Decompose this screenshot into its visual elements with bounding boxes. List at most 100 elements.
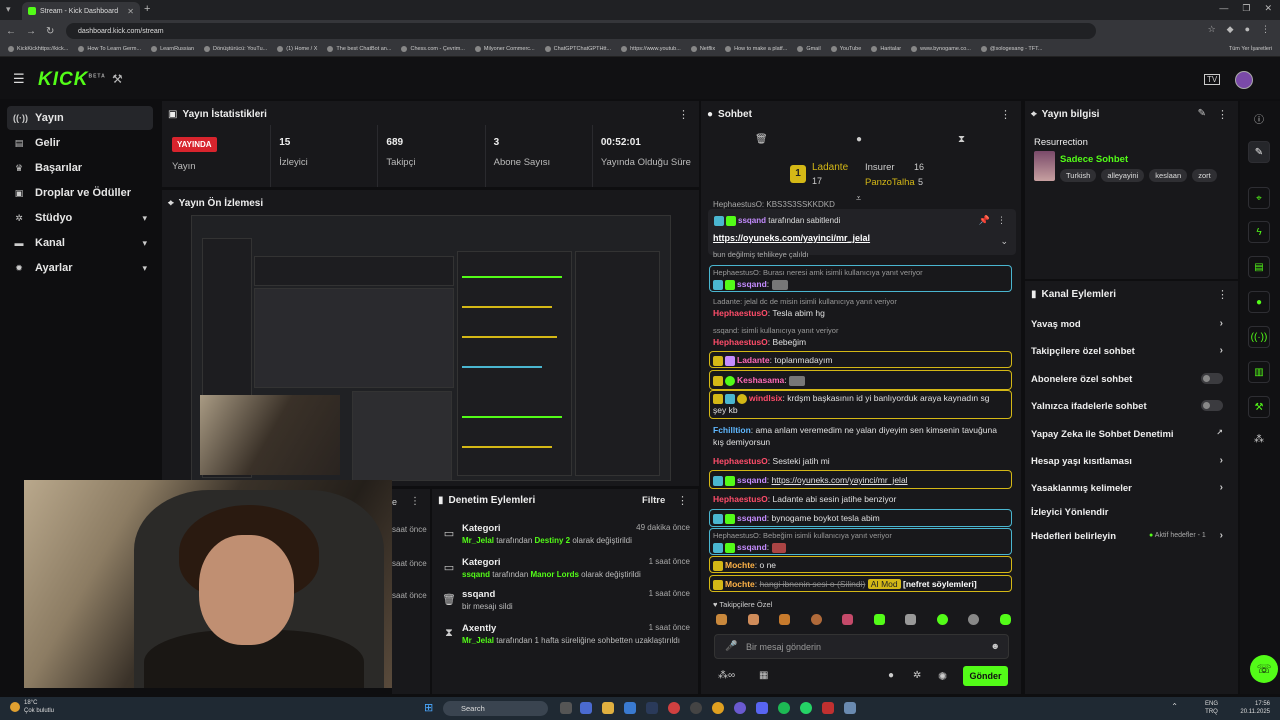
taskbar-search[interactable]: Search bbox=[443, 701, 548, 716]
action-goals[interactable]: Hedefleri belirleyin ● Aktif hedefler - 1… bbox=[1031, 530, 1231, 542]
hourglass-icon[interactable]: ⧗ bbox=[958, 134, 965, 145]
subscribers-only-toggle[interactable] bbox=[1201, 373, 1223, 384]
user-avatar[interactable] bbox=[1235, 71, 1253, 89]
profile-icon[interactable]: ● bbox=[1245, 24, 1250, 35]
bookmark-item[interactable]: Chess.com - Çevrim... bbox=[401, 46, 465, 52]
steam-icon[interactable] bbox=[646, 702, 658, 714]
sidebar-item-ayarlar[interactable]: ✹ Ayarlar ▾ bbox=[7, 256, 153, 280]
bookmark-item[interactable]: Haritalar bbox=[871, 46, 901, 52]
pin-icon[interactable]: 📌 bbox=[979, 215, 990, 226]
pinned-menu-icon[interactable]: ⋮ bbox=[997, 215, 1006, 226]
collapse-icon[interactable]: ⩡ bbox=[856, 193, 861, 204]
whatsapp-icon[interactable] bbox=[800, 702, 812, 714]
app-icon[interactable] bbox=[580, 702, 592, 714]
support-chat-icon[interactable]: ☏ bbox=[1250, 655, 1278, 683]
app-icon[interactable] bbox=[844, 702, 856, 714]
action-ai-moderation[interactable]: Yapay Zeka ile Sohbet Denetimi ↗ bbox=[1031, 428, 1231, 440]
sidebar-item-kanal[interactable]: ▬ Kanal ▾ bbox=[7, 231, 153, 255]
emote-icon[interactable] bbox=[842, 614, 854, 625]
app-icon[interactable] bbox=[624, 702, 636, 714]
sidebar-item-basarilar[interactable]: ♛ Başarılar bbox=[7, 156, 153, 180]
emote-icon[interactable] bbox=[936, 614, 948, 625]
bookmark-item[interactable]: www.bynogame.co... bbox=[911, 46, 971, 52]
mod-menu-icon[interactable]: ⋮ bbox=[677, 494, 688, 507]
weather-widget[interactable]: 18°C Çok bulutlu bbox=[24, 699, 54, 715]
emoji-icon[interactable]: ☻ bbox=[991, 641, 1000, 651]
action-followers-only[interactable]: Takipçilere özel sohbet › bbox=[1031, 345, 1231, 357]
taskbar-clock[interactable]: 17:56 20.11.2025 bbox=[1240, 700, 1270, 716]
chat-icon[interactable]: ● bbox=[1248, 291, 1270, 313]
wrench-icon[interactable]: ⚒ bbox=[112, 72, 123, 86]
app-icon[interactable] bbox=[822, 702, 834, 714]
all-bookmarks[interactable]: Tüm Yer İşaretleri bbox=[1229, 46, 1280, 52]
filter-button[interactable]: Filtre bbox=[642, 495, 665, 506]
trash-icon[interactable]: 🗑 bbox=[755, 134, 768, 145]
emote-icon[interactable] bbox=[779, 614, 791, 625]
shop-icon[interactable]: ▦ bbox=[759, 670, 768, 681]
spotify-icon[interactable] bbox=[778, 702, 790, 714]
edit-icon[interactable]: ✎ bbox=[1248, 141, 1270, 163]
wrench-icon[interactable]: ⚒ bbox=[1248, 396, 1270, 418]
bot-icon[interactable]: ✺ bbox=[938, 670, 947, 683]
hamburger-menu-icon[interactable]: ☰ bbox=[13, 71, 25, 87]
close-window-icon[interactable]: ✕ bbox=[1264, 3, 1272, 14]
list-icon[interactable]: ▥ bbox=[1248, 361, 1270, 383]
action-banned-words[interactable]: Yasaklanmış kelimeler › bbox=[1031, 482, 1231, 494]
bookmark-item[interactable]: ChatGPTChatGPTHtt... bbox=[544, 46, 611, 52]
action-raid[interactable]: İzleyici Yönlendir bbox=[1031, 507, 1231, 518]
taskview-icon[interactable] bbox=[560, 702, 572, 714]
document-icon[interactable]: ▤ bbox=[1248, 256, 1270, 278]
info-icon[interactable]: ⓘ bbox=[1254, 111, 1264, 126]
bookmark-item[interactable]: (1) Home / X bbox=[277, 46, 317, 52]
points-icon[interactable]: ⁂∞ bbox=[718, 670, 735, 681]
add-widget-icon[interactable]: ⁂ bbox=[1254, 434, 1264, 445]
chat-input[interactable]: 🎤 Bir mesaj gönderin ☻ bbox=[714, 634, 1009, 659]
emote-only-toggle[interactable] bbox=[1201, 400, 1223, 411]
language-indicator[interactable]: ENG TRQ bbox=[1205, 700, 1218, 716]
category-name[interactable]: Sadece Sohbet bbox=[1060, 154, 1128, 165]
edit-pencil-icon[interactable]: ✎ bbox=[1198, 108, 1206, 119]
sidebar-item-yayin[interactable]: ((·)) Yayın bbox=[7, 106, 153, 130]
minimize-icon[interactable]: — bbox=[1219, 3, 1228, 14]
new-tab-icon[interactable]: + bbox=[144, 3, 150, 15]
channel-actions-menu-icon[interactable]: ⋮ bbox=[1217, 288, 1228, 301]
tab-list-icon[interactable]: ▾ bbox=[6, 4, 11, 15]
star-icon[interactable]: ☆ bbox=[1208, 24, 1216, 35]
maximize-icon[interactable]: ❐ bbox=[1242, 3, 1250, 14]
sidebar-item-droplar[interactable]: ▣ Droplar ve Ödüller bbox=[7, 181, 153, 205]
emote-icon[interactable] bbox=[905, 614, 917, 625]
bookmark-item[interactable]: Netflix bbox=[690, 46, 715, 52]
action-account-age[interactable]: Hesap yaşı kısıtlaması › bbox=[1031, 455, 1231, 467]
kick-logo[interactable]: KICKBETA bbox=[38, 69, 106, 91]
app-icon[interactable] bbox=[690, 702, 702, 714]
emote-icon[interactable] bbox=[999, 614, 1011, 625]
emote-icon[interactable] bbox=[873, 614, 885, 625]
broadcast-icon[interactable]: ((·)) bbox=[1248, 326, 1270, 348]
app-icon[interactable] bbox=[734, 702, 746, 714]
chat-bubble-icon[interactable]: ● bbox=[888, 670, 894, 681]
stats-menu-icon[interactable]: ⋮ bbox=[678, 108, 689, 121]
extension-icon[interactable]: ◆ bbox=[1227, 24, 1234, 35]
microphone-icon[interactable]: 🎤 bbox=[725, 641, 737, 652]
bookmark-item[interactable]: KickKickhttps://kick... bbox=[8, 46, 68, 52]
pinned-link[interactable]: https://oyuneks.com/yayinci/mr_jelal bbox=[713, 233, 870, 243]
emote-icon[interactable] bbox=[716, 614, 727, 625]
preview-tv-icon[interactable]: TV bbox=[1204, 74, 1221, 85]
stream-info-menu-icon[interactable]: ⋮ bbox=[1217, 108, 1228, 121]
back-icon[interactable]: ← bbox=[6, 26, 16, 37]
covered-menu-icon[interactable]: ⋮ bbox=[410, 496, 420, 507]
forward-icon[interactable]: → bbox=[26, 26, 36, 37]
bookmark-item[interactable]: How to make a platf... bbox=[725, 46, 787, 52]
chat-menu-icon[interactable]: ⋮ bbox=[1000, 108, 1011, 121]
emote-icon[interactable] bbox=[968, 614, 980, 625]
settings-gear-icon[interactable]: ✲ bbox=[913, 670, 921, 681]
emote-icon[interactable] bbox=[747, 614, 759, 625]
bookmark-item[interactable]: How To Learn Germ... bbox=[78, 46, 141, 52]
bookmark-item[interactable]: Milyoner Commerc... bbox=[474, 46, 535, 52]
tab-close-icon[interactable]: ✕ bbox=[127, 7, 134, 16]
discord-icon[interactable] bbox=[756, 702, 768, 714]
bookmark-item[interactable]: YouTube bbox=[830, 46, 861, 52]
lightning-icon[interactable]: ϟ bbox=[1248, 221, 1270, 243]
menu-icon[interactable]: ⋮ bbox=[1261, 24, 1270, 35]
windows-start-icon[interactable]: ⊞ bbox=[424, 701, 433, 714]
